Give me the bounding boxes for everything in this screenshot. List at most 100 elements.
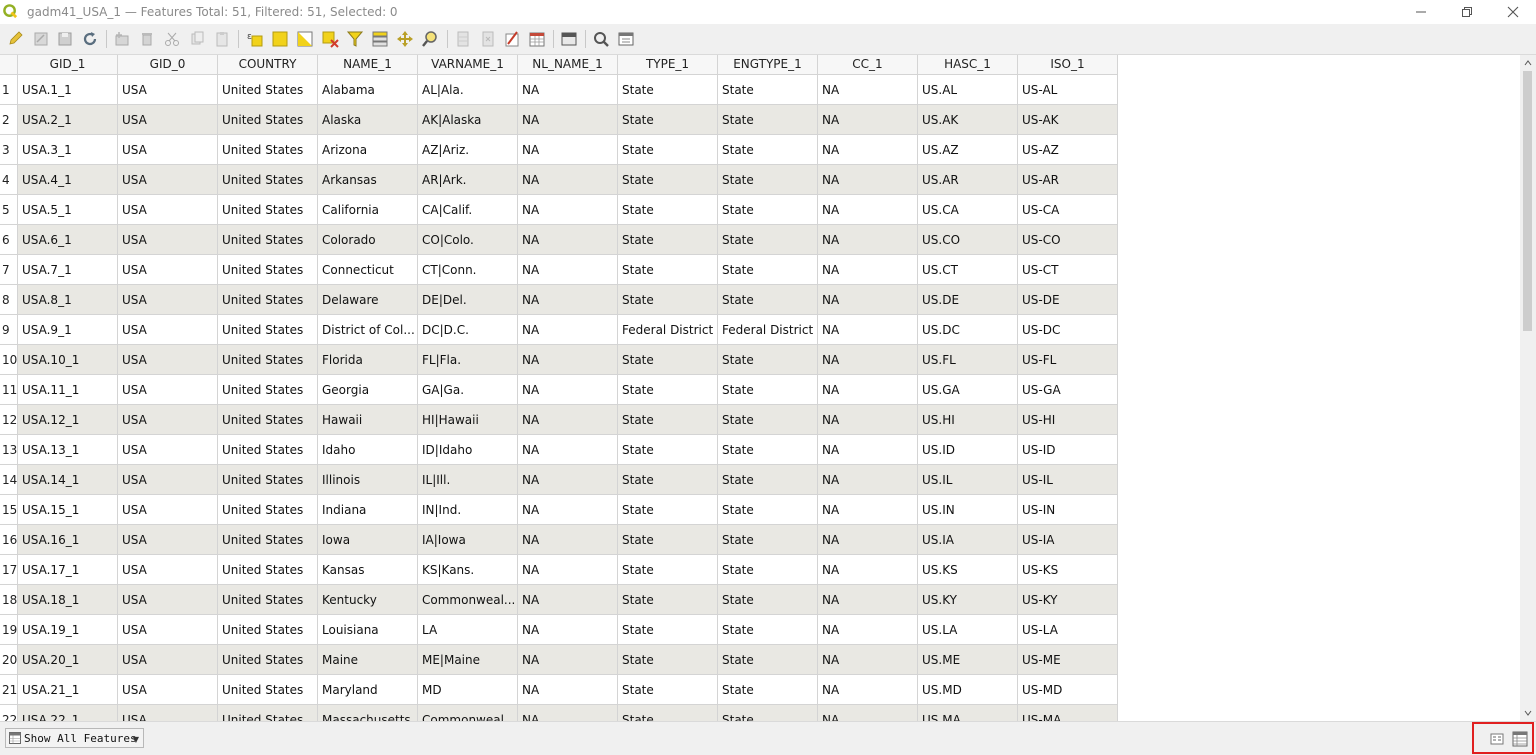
table-cell[interactable]: NA — [818, 705, 918, 721]
table-cell[interactable]: NA — [818, 345, 918, 375]
show-all-features-dropdown[interactable]: Show All Features ▼ — [5, 728, 144, 748]
row-number[interactable]: 5 — [0, 195, 18, 225]
table-cell[interactable]: NA — [518, 105, 618, 135]
table-cell[interactable]: State — [618, 405, 718, 435]
table-cell[interactable]: NA — [518, 285, 618, 315]
table-cell[interactable]: NA — [518, 75, 618, 105]
table-cell[interactable]: United States — [218, 585, 318, 615]
table-cell[interactable]: State — [718, 285, 818, 315]
row-number[interactable]: 14 — [0, 465, 18, 495]
table-cell[interactable]: US.ID — [918, 435, 1018, 465]
row-number[interactable]: 22 — [0, 705, 18, 721]
table-cell[interactable]: NA — [518, 675, 618, 705]
table-cell[interactable]: State — [718, 465, 818, 495]
table-cell[interactable]: MD — [418, 675, 518, 705]
table-cell[interactable]: Connecticut — [318, 255, 418, 285]
form-view-toolbar-button[interactable] — [616, 29, 636, 49]
table-cell[interactable]: US-ME — [1018, 645, 1118, 675]
table-cell[interactable]: State — [618, 645, 718, 675]
table-row[interactable]: 5 USA.5_1 USA United States California CA|Cal… — [0, 195, 1118, 225]
table-cell[interactable]: US-AR — [1018, 165, 1118, 195]
table-cell[interactable]: USA.1_1 — [18, 75, 118, 105]
table-cell[interactable]: AR|Ark. — [418, 165, 518, 195]
table-cell[interactable]: USA — [118, 645, 218, 675]
table-row[interactable]: 8 USA.8_1 USA United States Delaware DE|Del. N… — [0, 285, 1118, 315]
table-cell[interactable]: US.LA — [918, 615, 1018, 645]
row-number[interactable]: 16 — [0, 525, 18, 555]
pan-to-selected-button[interactable] — [395, 29, 415, 49]
table-cell[interactable]: NA — [818, 585, 918, 615]
table-cell[interactable]: US.AK — [918, 105, 1018, 135]
table-cell[interactable]: AZ|Ariz. — [418, 135, 518, 165]
table-cell[interactable]: United States — [218, 195, 318, 225]
table-cell[interactable]: NA — [518, 255, 618, 285]
table-cell[interactable]: State — [618, 345, 718, 375]
table-cell[interactable]: USA.7_1 — [18, 255, 118, 285]
column-header-type-1[interactable]: TYPE_1 — [618, 55, 718, 75]
table-row[interactable]: 21 USA.21_1 USA United States Maryland MD NA St… — [0, 675, 1118, 705]
table-cell[interactable]: State — [718, 615, 818, 645]
table-cell[interactable]: State — [618, 675, 718, 705]
table-cell[interactable]: USA — [118, 675, 218, 705]
table-cell[interactable]: US-GA — [1018, 375, 1118, 405]
table-cell[interactable]: AL|Ala. — [418, 75, 518, 105]
invert-selection-button[interactable] — [295, 29, 315, 49]
delete-field-button[interactable] — [478, 29, 498, 49]
table-cell[interactable]: US-DE — [1018, 285, 1118, 315]
select-by-expression-button[interactable]: ε — [245, 29, 265, 49]
table-cell[interactable]: AK|Alaska — [418, 105, 518, 135]
table-cell[interactable]: United States — [218, 345, 318, 375]
table-cell[interactable]: Arkansas — [318, 165, 418, 195]
table-cell[interactable]: US.AZ — [918, 135, 1018, 165]
row-number[interactable]: 9 — [0, 315, 18, 345]
table-cell[interactable]: NA — [518, 645, 618, 675]
table-row[interactable]: 14 USA.14_1 USA United States Illinois IL|Ill… — [0, 465, 1118, 495]
row-number[interactable]: 15 — [0, 495, 18, 525]
table-cell[interactable]: ID|Idaho — [418, 435, 518, 465]
row-number[interactable]: 10 — [0, 345, 18, 375]
delete-feature-button[interactable] — [137, 29, 157, 49]
table-cell[interactable]: US.KS — [918, 555, 1018, 585]
table-cell[interactable]: Kentucky — [318, 585, 418, 615]
table-cell[interactable]: US.DC — [918, 315, 1018, 345]
table-row[interactable]: 13 USA.13_1 USA United States Idaho ID|Idaho N… — [0, 435, 1118, 465]
table-cell[interactable]: DC|D.C. — [418, 315, 518, 345]
column-header-gid-1[interactable]: GID_1 — [18, 55, 118, 75]
zoom-to-selected-button[interactable] — [420, 29, 440, 49]
table-cell[interactable]: US-IN — [1018, 495, 1118, 525]
table-cell[interactable]: NA — [518, 495, 618, 525]
table-cell[interactable]: IA|Iowa — [418, 525, 518, 555]
table-cell[interactable]: United States — [218, 615, 318, 645]
table-cell[interactable]: NA — [518, 405, 618, 435]
table-cell[interactable]: NA — [818, 105, 918, 135]
table-cell[interactable]: NA — [518, 375, 618, 405]
table-row[interactable]: 6 USA.6_1 USA United States Colorado CO|Colo.… — [0, 225, 1118, 255]
table-cell[interactable]: State — [718, 525, 818, 555]
table-cell[interactable]: US.MD — [918, 675, 1018, 705]
column-header-engtype-1[interactable]: ENGTYPE_1 — [718, 55, 818, 75]
table-cell[interactable]: US.GA — [918, 375, 1018, 405]
table-cell[interactable]: Idaho — [318, 435, 418, 465]
table-cell[interactable]: United States — [218, 315, 318, 345]
table-cell[interactable]: State — [718, 165, 818, 195]
add-feature-button[interactable] — [112, 29, 132, 49]
table-cell[interactable]: State — [618, 285, 718, 315]
table-cell[interactable]: Colorado — [318, 225, 418, 255]
table-cell[interactable]: Maryland — [318, 675, 418, 705]
table-cell[interactable]: NA — [518, 465, 618, 495]
dock-table-button[interactable] — [559, 29, 579, 49]
table-cell[interactable]: US.CT — [918, 255, 1018, 285]
table-cell[interactable]: Hawaii — [318, 405, 418, 435]
table-row[interactable]: 10 USA.10_1 USA United States Florida FL|Fla.… — [0, 345, 1118, 375]
table-cell[interactable]: NA — [518, 615, 618, 645]
table-cell[interactable]: US-CT — [1018, 255, 1118, 285]
table-cell[interactable]: United States — [218, 525, 318, 555]
table-cell[interactable]: Commonweal... — [418, 585, 518, 615]
table-cell[interactable]: State — [618, 495, 718, 525]
field-calculator-button[interactable] — [502, 29, 522, 49]
table-row[interactable]: 3 USA.3_1 USA United States Arizona AZ|Ariz. N… — [0, 135, 1118, 165]
table-cell[interactable]: United States — [218, 705, 318, 721]
table-cell[interactable]: California — [318, 195, 418, 225]
table-cell[interactable]: NA — [818, 225, 918, 255]
table-cell[interactable]: US-IA — [1018, 525, 1118, 555]
